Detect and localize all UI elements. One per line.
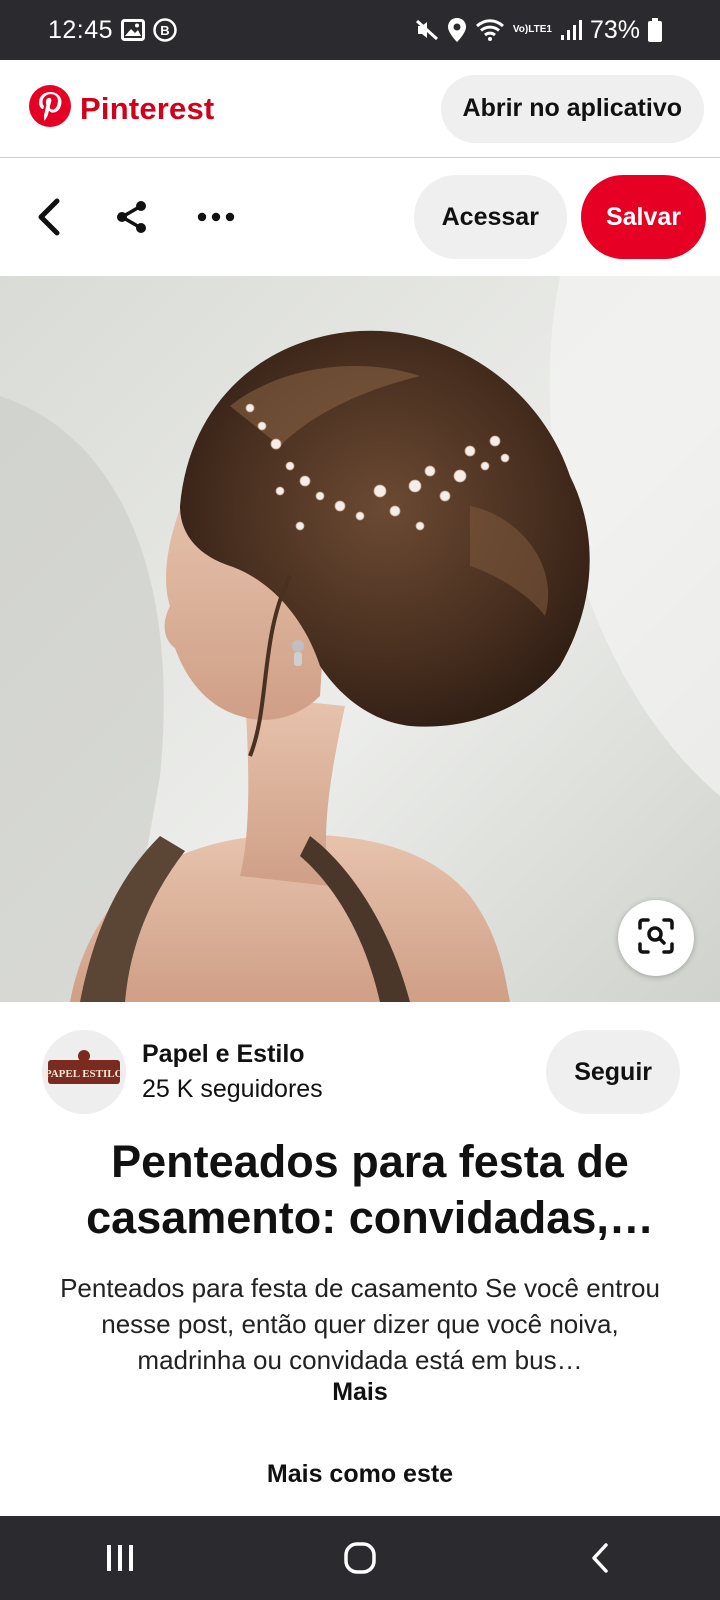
right-actions: Acessar Salvar xyxy=(413,175,706,259)
pin-image[interactable] xyxy=(0,276,720,1002)
system-nav-bar xyxy=(0,1516,720,1600)
status-time: 12:45 xyxy=(48,15,114,44)
visit-button[interactable]: Acessar xyxy=(413,175,567,259)
share-icon[interactable] xyxy=(110,195,154,239)
svg-text:B: B xyxy=(160,23,169,38)
creator-info[interactable]: PAPEL ESTILO Papel e Estilo 25 K seguido… xyxy=(42,1030,323,1114)
volte-label: Vo) xyxy=(512,24,529,35)
image-icon xyxy=(121,19,146,41)
papel-estilo-logo: PAPEL ESTILO xyxy=(42,1030,126,1114)
more-options-icon[interactable] xyxy=(194,195,238,239)
screen: 12:45 B Vo) LTE1 73% Pinterest Abrir no … xyxy=(0,0,720,1600)
back-icon[interactable] xyxy=(26,195,70,239)
save-button[interactable]: Salvar xyxy=(580,175,706,259)
left-actions xyxy=(26,195,238,239)
mute-icon xyxy=(415,18,439,42)
creator-text: Papel e Estilo 25 K seguidores xyxy=(142,1040,323,1104)
location-icon xyxy=(447,17,467,43)
wifi-icon xyxy=(475,18,505,42)
pinterest-logo[interactable]: Pinterest xyxy=(28,84,214,133)
lte-label: LTE1 xyxy=(528,24,552,35)
lte-indicator: Vo) LTE1 xyxy=(513,25,552,35)
creator-followers: 25 K seguidores xyxy=(142,1075,323,1103)
more-like-this-heading: Mais como este xyxy=(266,1460,454,1488)
follow-button[interactable]: Seguir xyxy=(546,1030,680,1114)
brand-name: Pinterest xyxy=(80,90,215,126)
visual-search-button[interactable] xyxy=(618,900,694,976)
creator-name[interactable]: Papel e Estilo xyxy=(142,1040,323,1069)
battery-icon xyxy=(648,18,662,42)
pin-description: Penteados para festa de casamento Se voc… xyxy=(60,1273,660,1375)
signal-icon xyxy=(560,19,582,41)
hairstyle-photo xyxy=(0,276,720,1002)
creator-row: PAPEL ESTILO Papel e Estilo 25 K seguido… xyxy=(0,1022,720,1122)
pin-title: Penteados para festa de casamento: convi… xyxy=(86,1136,654,1243)
open-in-app-button[interactable]: Abrir no aplicativo xyxy=(440,74,704,143)
b-circle-icon: B xyxy=(153,18,177,42)
pinterest-p-icon xyxy=(28,84,72,133)
more-link[interactable]: Mais xyxy=(0,1378,720,1407)
visual-search-icon xyxy=(636,916,676,961)
recent-apps-icon[interactable] xyxy=(75,1516,165,1600)
status-bar: 12:45 B Vo) LTE1 73% xyxy=(0,0,720,60)
site-header: Pinterest Abrir no aplicativo xyxy=(0,60,720,158)
back-nav-icon[interactable] xyxy=(555,1516,645,1600)
pin-action-bar: Acessar Salvar xyxy=(0,158,720,276)
battery-level: 73% xyxy=(589,15,640,44)
home-icon[interactable] xyxy=(315,1516,405,1600)
status-left: 12:45 B xyxy=(48,16,177,45)
status-right: Vo) LTE1 73% xyxy=(415,16,662,45)
creator-avatar[interactable]: PAPEL ESTILO xyxy=(42,1030,126,1114)
avatar-text: PAPEL ESTILO xyxy=(45,1068,124,1080)
